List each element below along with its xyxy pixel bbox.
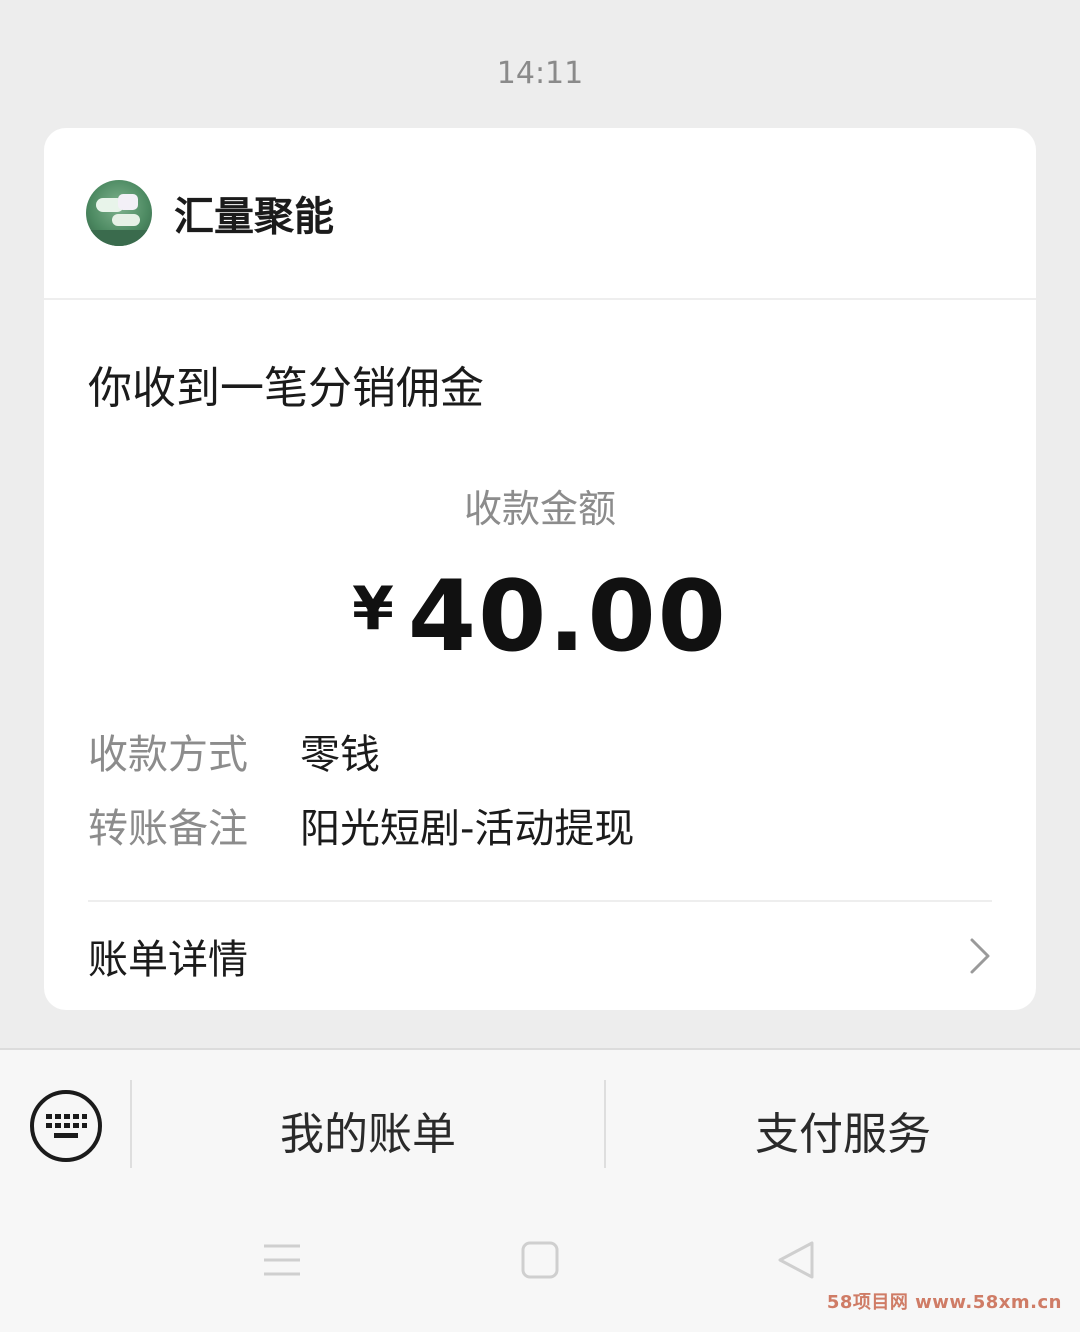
info-row-transfer-note: 转账备注 阳光短剧-活动提现 xyxy=(88,796,634,854)
info-label: 收款方式 xyxy=(88,732,248,778)
payment-notification-card[interactable]: 汇量聚能 你收到一笔分销佣金 收款金额 ¥40.00 收款方式 零钱 转账备注 … xyxy=(44,128,1036,1010)
info-value: 零钱 xyxy=(300,732,380,778)
amount-display: ¥40.00 xyxy=(44,560,1036,674)
amount-label: 收款金额 xyxy=(463,487,616,531)
bill-detail-label: 账单详情 xyxy=(88,937,248,983)
notification-title: 你收到一笔分销佣金 xyxy=(88,363,484,414)
info-row-payment-method: 收款方式 零钱 xyxy=(88,722,380,780)
back-triangle-icon[interactable] xyxy=(776,1240,816,1280)
home-square-icon[interactable] xyxy=(520,1240,560,1280)
bill-detail-link[interactable]: 账单详情 xyxy=(88,902,992,1010)
info-label: 转账备注 xyxy=(88,806,248,852)
merchant-name[interactable]: 汇量聚能 xyxy=(174,184,334,242)
chevron-right-icon xyxy=(970,938,990,974)
watermark: 58项目网 www.58xm.cn xyxy=(826,1292,1062,1313)
menu-icon[interactable] xyxy=(262,1240,302,1280)
my-bills-button[interactable]: 我的账单 xyxy=(132,1098,604,1160)
keyboard-icon[interactable] xyxy=(28,1088,104,1164)
merchant-avatar[interactable] xyxy=(86,180,152,246)
message-time: 14:11 xyxy=(496,56,584,91)
info-value: 阳光短剧-活动提现 xyxy=(300,806,635,852)
amount-value: 40.00 xyxy=(407,560,728,674)
payment-services-button[interactable]: 支付服务 xyxy=(606,1098,1080,1160)
card-header[interactable]: 汇量聚能 xyxy=(44,128,1036,300)
currency-symbol: ¥ xyxy=(352,574,394,644)
